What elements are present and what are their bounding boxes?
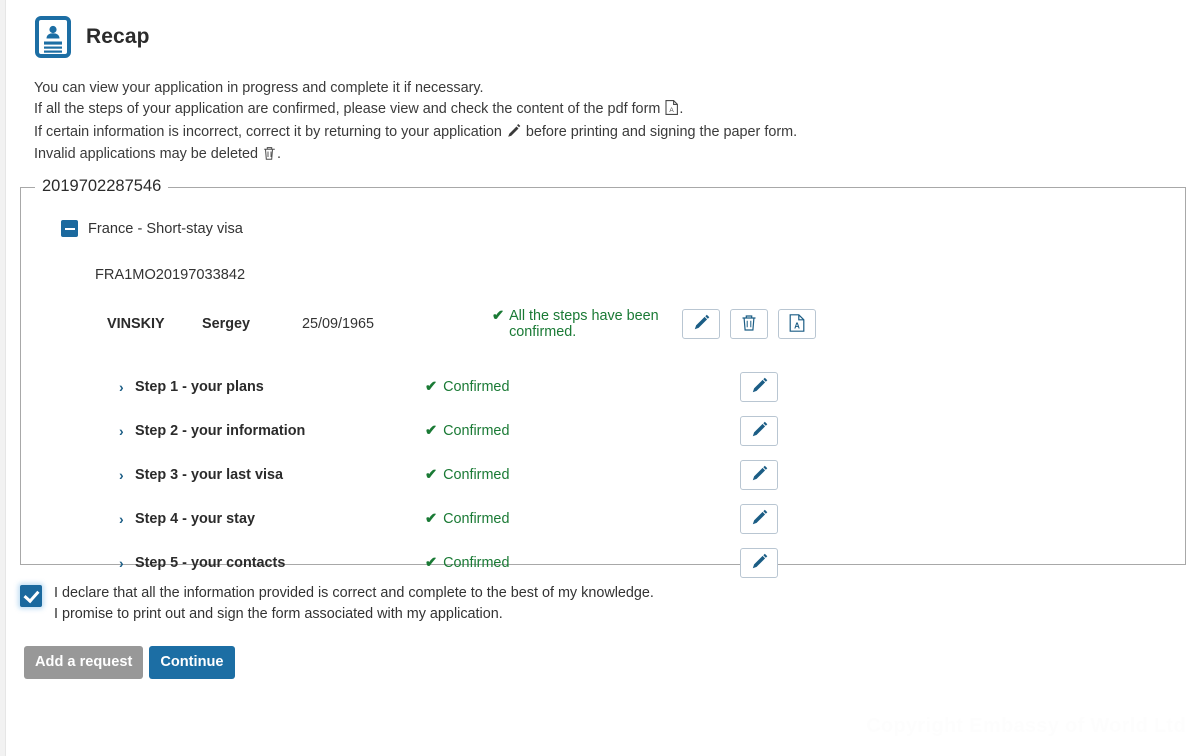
step-row: › Step 2 - your information ✔ Confirmed	[119, 409, 1171, 453]
pencil-icon	[751, 421, 768, 441]
footer-actions: Add a request Continue	[24, 646, 1200, 680]
intro-line-1: You can view your application in progres…	[34, 80, 484, 96]
check-icon: ✔	[425, 423, 438, 440]
intro-line-3-text: If certain information is incorrect, cor…	[34, 123, 502, 140]
step-status-text: Confirmed	[443, 467, 510, 484]
edit-application-button[interactable]	[682, 309, 720, 340]
pencil-icon	[751, 509, 768, 529]
trash-icon	[263, 146, 276, 167]
declaration-line-1: I declare that all the information provi…	[54, 585, 654, 602]
pdf-icon: A	[789, 313, 805, 335]
chevron-right-icon[interactable]: ›	[119, 555, 135, 571]
intro-line-4-suffix: .	[277, 146, 281, 163]
edit-step-button[interactable]	[740, 504, 778, 535]
visa-type-label: France - Short-stay visa	[88, 220, 243, 237]
step-label[interactable]: Step 3 - your last visa	[135, 467, 425, 483]
recap-page: Recap You can view your application in p…	[6, 0, 1200, 756]
applicant-firstname: Sergey	[202, 316, 250, 333]
applicant-surname: VINSKIY	[107, 316, 165, 333]
step-row: › Step 4 - your stay ✔ Confirmed	[119, 497, 1171, 541]
steps-list: › Step 1 - your plans ✔ Confirmed › Step…	[35, 365, 1171, 585]
edit-step-button[interactable]	[740, 548, 778, 579]
chevron-right-icon[interactable]: ›	[119, 379, 135, 395]
minus-square-icon[interactable]	[61, 220, 78, 238]
check-icon: ✔	[425, 555, 438, 572]
step-row: › Step 3 - your last visa ✔ Confirmed	[119, 453, 1171, 497]
svg-text:A: A	[670, 107, 675, 114]
step-status: ✔ Confirmed	[425, 555, 740, 571]
step-status: ✔ Confirmed	[425, 511, 740, 527]
application-reference: FRA1MO20197033842	[95, 267, 246, 284]
declaration-text: I declare that all the information provi…	[54, 583, 654, 625]
edit-step-button[interactable]	[740, 460, 778, 491]
declaration-block: I declare that all the information provi…	[20, 583, 1200, 625]
intro-line-2-text: If all the steps of your application are…	[34, 100, 661, 117]
step-label[interactable]: Step 5 - your contacts	[135, 555, 425, 571]
check-icon: ✔	[492, 308, 505, 325]
step-row: › Step 1 - your plans ✔ Confirmed	[119, 365, 1171, 409]
step-status: ✔ Confirmed	[425, 423, 740, 439]
svg-text:A: A	[794, 321, 800, 330]
declaration-checkbox[interactable]	[20, 585, 42, 608]
visa-type-row: France - Short-stay visa	[61, 220, 1171, 238]
application-number: 2019702287546	[35, 177, 169, 197]
pencil-icon	[751, 465, 768, 485]
step-status-text: Confirmed	[443, 511, 510, 528]
step-status: ✔ Confirmed	[425, 379, 740, 395]
add-request-button[interactable]: Add a request	[24, 646, 144, 680]
trash-icon	[741, 314, 757, 334]
watermark: Copyright Embassy of World Ltd	[866, 715, 1186, 737]
step-status-text: Confirmed	[443, 379, 510, 396]
pencil-icon	[693, 314, 710, 334]
application-panel: 2019702287546 France - Short-stay visa F…	[20, 177, 1186, 579]
pencil-icon	[507, 123, 521, 145]
check-icon: ✔	[425, 511, 438, 528]
declaration-line-2: I promise to print out and sign the form…	[54, 606, 503, 623]
pdf-icon: A	[665, 99, 679, 122]
step-row: › Step 5 - your contacts ✔ Confirmed	[119, 541, 1171, 585]
continue-button[interactable]: Continue	[149, 646, 235, 680]
step-label[interactable]: Step 2 - your information	[135, 423, 425, 439]
intro-line-2-suffix: .	[679, 100, 684, 117]
edit-step-button[interactable]	[740, 372, 778, 403]
pencil-icon	[751, 377, 768, 397]
applicant-status: ✔ All the steps have been confirmed.	[492, 308, 680, 340]
chevron-right-icon[interactable]: ›	[119, 423, 135, 439]
edit-step-button[interactable]	[740, 416, 778, 447]
applicant-status-text: All the steps have been confirmed.	[509, 308, 659, 341]
intro-paragraph: You can view your application in progres…	[34, 78, 1200, 167]
check-icon: ✔	[425, 379, 438, 396]
download-pdf-button[interactable]: A	[778, 309, 816, 340]
check-icon: ✔	[425, 467, 438, 484]
step-status-text: Confirmed	[443, 423, 510, 440]
intro-line-2: If all the steps of your application are…	[34, 99, 1200, 122]
chevron-right-icon[interactable]: ›	[119, 467, 135, 483]
step-status: ✔ Confirmed	[425, 467, 740, 483]
intro-line-3-suffix: before printing and signing the paper fo…	[525, 123, 798, 140]
step-status-text: Confirmed	[443, 555, 510, 572]
id-card-icon	[34, 16, 72, 58]
step-label[interactable]: Step 4 - your stay	[135, 511, 425, 527]
applicant-actions: A	[682, 309, 816, 340]
intro-line-4: Invalid applications may be deleted .	[34, 144, 1200, 167]
step-label[interactable]: Step 1 - your plans	[135, 379, 425, 395]
chevron-right-icon[interactable]: ›	[119, 511, 135, 527]
page-title: Recap	[86, 25, 150, 48]
intro-line-3: If certain information is incorrect, cor…	[34, 122, 1200, 145]
applicant-date-of-birth: 25/09/1965	[302, 316, 375, 333]
pencil-icon	[751, 553, 768, 573]
intro-line-4-text: Invalid applications may be deleted	[34, 146, 258, 163]
applicant-row: VINSKIY Sergey 25/09/1965 ✔ All the step…	[107, 307, 1171, 341]
delete-application-button[interactable]	[730, 309, 768, 340]
page-header: Recap	[6, 0, 1200, 58]
